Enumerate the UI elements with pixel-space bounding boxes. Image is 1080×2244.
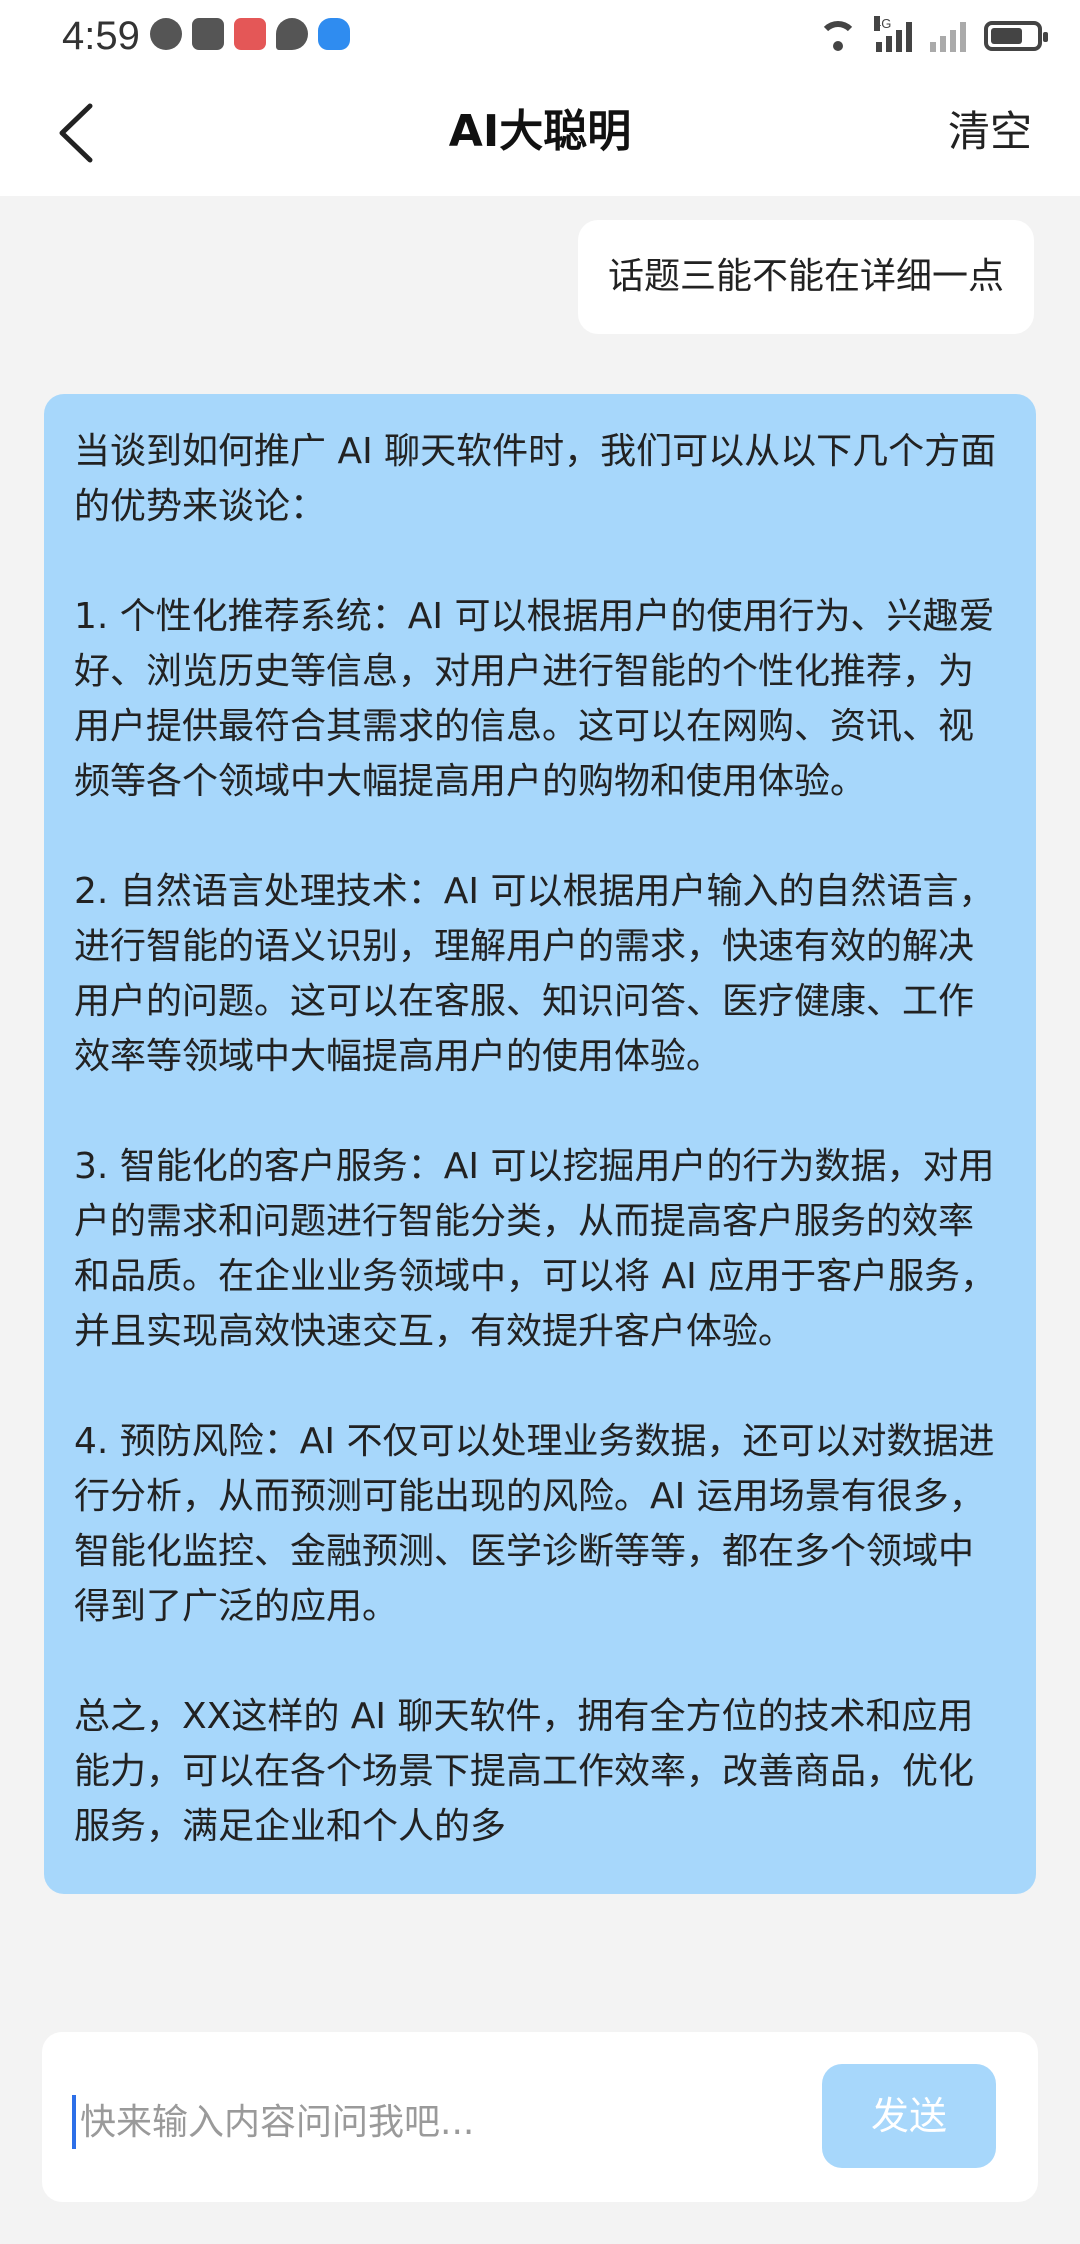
battery-level <box>991 28 1022 44</box>
app-header: AI大聪明 清空 <box>0 72 1080 196</box>
chat-bubble-icon <box>276 18 308 50</box>
clear-button[interactable]: 清空 <box>948 102 1032 162</box>
message-input[interactable] <box>72 2092 820 2152</box>
status-bar: 4:59 4G <box>0 0 1080 72</box>
chat-area[interactable]: 话题三能不能在详细一点 当谈到如何推广 AI 聊天软件时，我们可以从以下几个方面… <box>0 196 1080 2032</box>
globe-icon <box>150 18 182 50</box>
network-type-label: 4G <box>874 16 892 31</box>
battery-icon <box>984 21 1048 51</box>
upload-icon <box>192 18 224 50</box>
assistant-message-bubble: 当谈到如何推广 AI 聊天软件时，我们可以从以下几个方面的优势来谈论： 1. 个… <box>44 394 1036 1894</box>
send-button[interactable]: 发送 <box>822 2064 996 2168</box>
status-time: 4:59 <box>62 14 140 58</box>
cloud-icon <box>318 18 350 50</box>
notification-icons <box>150 18 350 54</box>
input-bar: 发送 <box>42 2032 1038 2202</box>
signal-icon: 4G <box>874 16 912 52</box>
page-title: AI大聪明 <box>448 106 632 157</box>
wifi-icon <box>818 21 858 51</box>
system-icons: 4G <box>818 16 1048 56</box>
signal-icon-secondary <box>930 20 966 52</box>
user-message-bubble: 话题三能不能在详细一点 <box>577 220 1034 334</box>
app-notification-icon <box>234 18 266 50</box>
